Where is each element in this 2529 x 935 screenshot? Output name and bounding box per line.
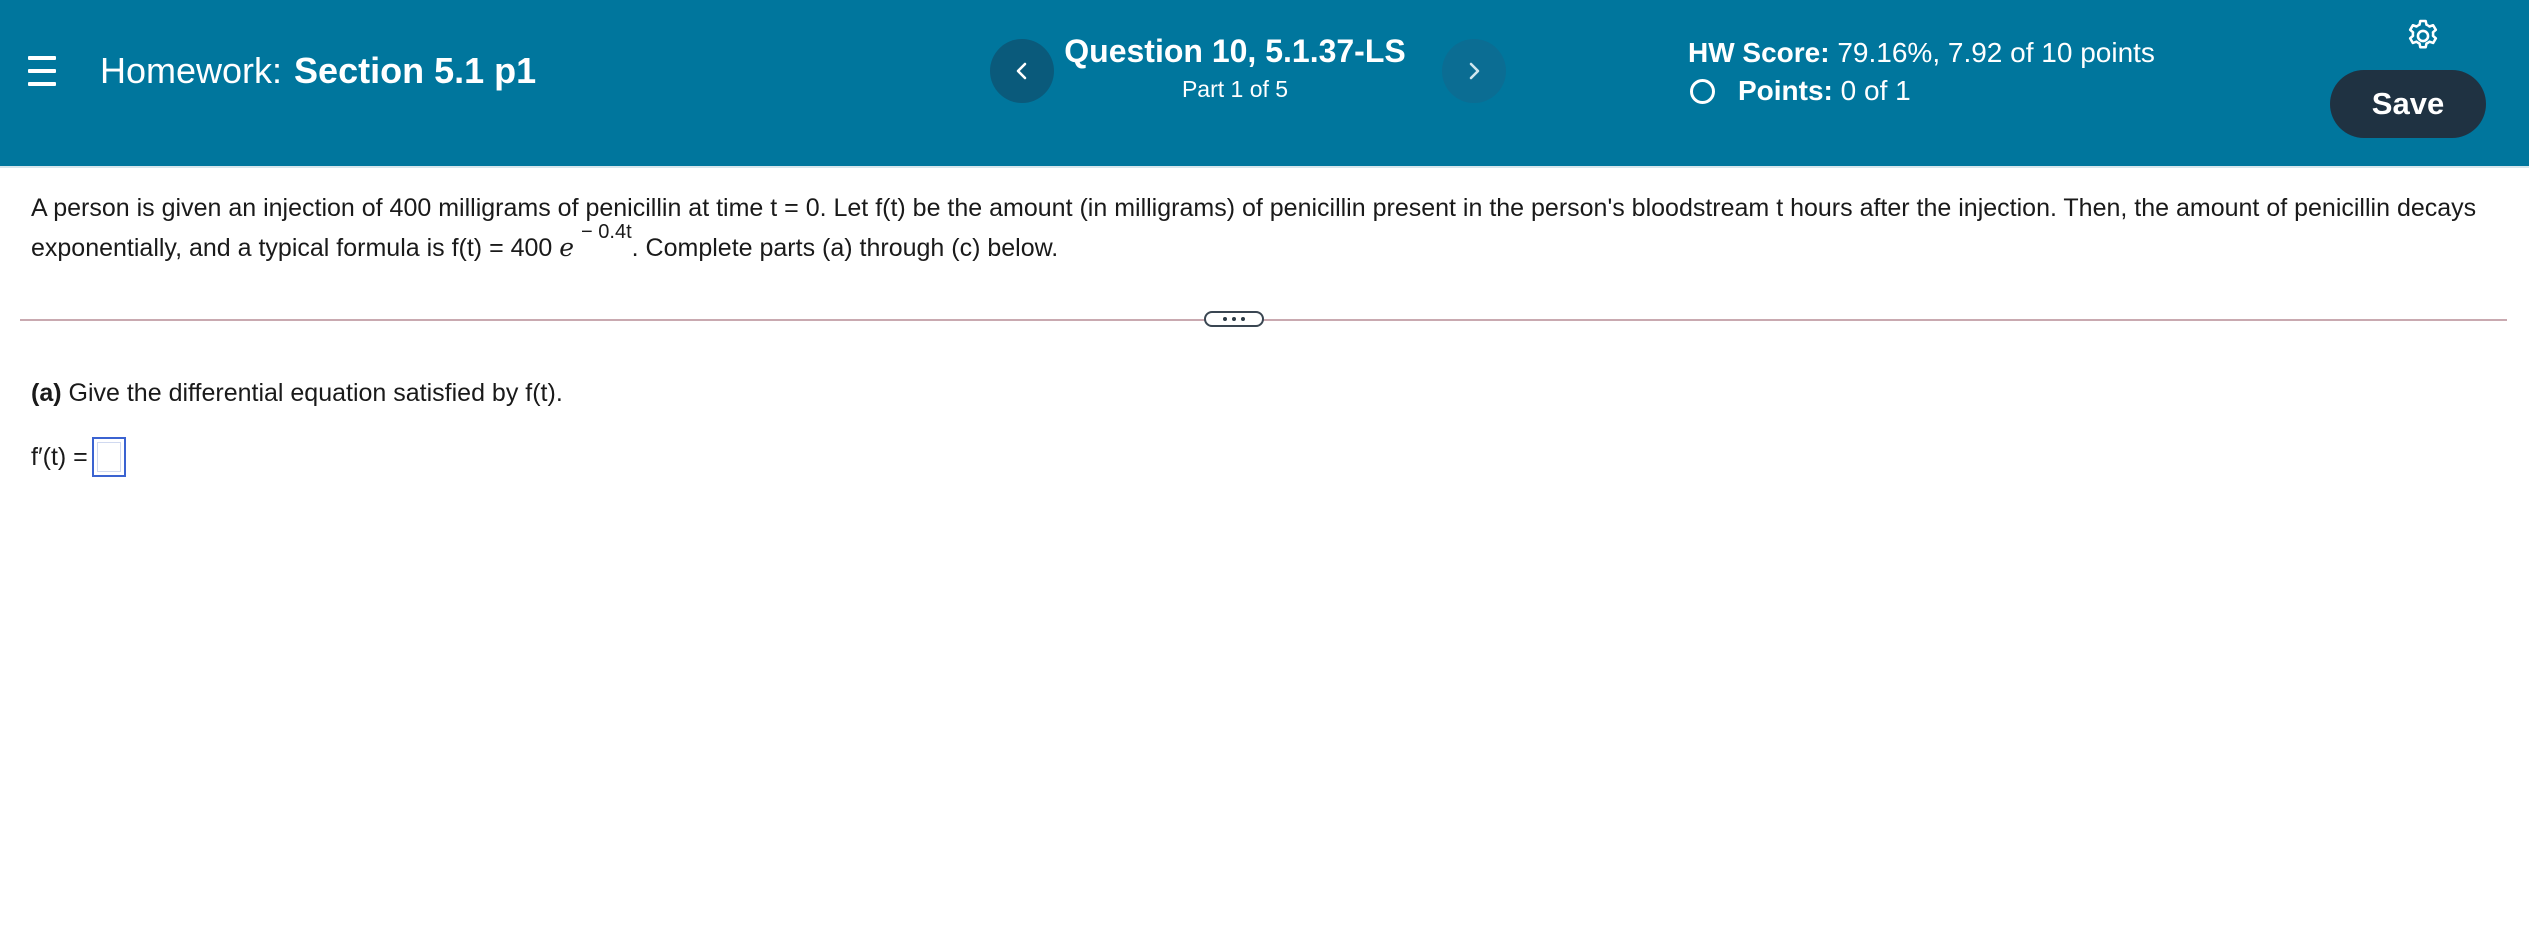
part-a-label: (a) [31,379,62,407]
homework-prefix: Homework: [100,50,283,91]
gear-icon[interactable] [2404,17,2442,55]
chevron-left-icon [1016,62,1027,80]
previous-question-button[interactable] [990,39,1054,103]
hw-score: HW Score: 79.16%, 7.92 of 10 points [1688,35,2155,71]
points-label: Points: [1738,75,1833,106]
part-a-prompt: (a) Give the differential equation satis… [31,376,563,410]
question-part: Part 1 of 5 [1181,76,1289,102]
math-e-symbol: e [559,233,575,262]
question-title: Question 10, 5.1.37-LS [1064,33,1406,69]
ellipsis-dot [1232,317,1236,321]
points-value: 0 of 1 [1840,75,1911,106]
math-exponent: − 0.4t [581,221,632,243]
answer-prefix: f′(t) = [31,443,88,471]
homework-name: Section 5.1 p1 [294,50,537,91]
question-info: Question 10, 5.1.37-LS Part 1 of 5 [1060,30,1410,104]
hw-score-value: 79.16%, 7.92 of 10 points [1837,37,2155,68]
ellipsis-dot [1223,317,1227,321]
next-question-button[interactable] [1442,39,1506,103]
points: Points: 0 of 1 [1688,73,2155,109]
ellipsis-dot [1241,317,1245,321]
homework-title: Homework: Section 5.1 p1 [100,48,536,94]
hamburger-menu-icon[interactable] [26,52,60,90]
answer-row: f′(t) = [31,437,126,477]
score-block: HW Score: 79.16%, 7.92 of 10 points Poin… [1688,35,2155,109]
problem-text-1: A person is given an injection of 400 mi… [31,194,2477,262]
expand-ellipsis-button[interactable] [1204,311,1264,327]
points-status-circle-icon [1690,79,1715,104]
header-bar: Homework: Section 5.1 p1 Question 10, 5.1… [0,0,2529,166]
chevron-right-icon [1469,62,1480,80]
hw-score-label: HW Score: [1688,37,1830,68]
header-divider [0,166,2529,168]
part-a-text: Give the differential equation satisfied… [68,379,563,407]
problem-statement: A person is given an injection of 400 mi… [31,188,2501,268]
problem-text-2: . Complete parts (a) through (c) below. [631,234,1059,262]
answer-input[interactable] [91,437,126,477]
save-button[interactable]: Save [2330,70,2486,138]
